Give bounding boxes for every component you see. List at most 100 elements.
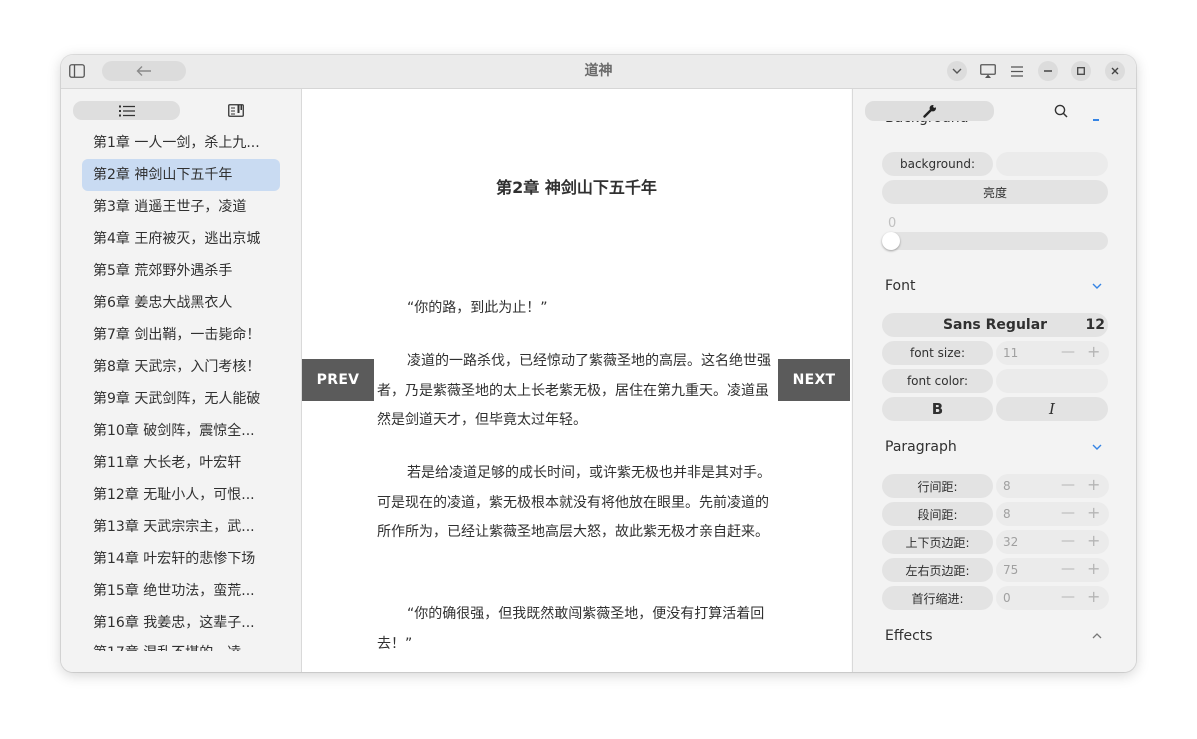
- horizontal-margin-spinner[interactable]: 75 — +: [996, 558, 1109, 582]
- first-line-indent-increment-button[interactable]: +: [1087, 586, 1100, 608]
- tab-chapter-list[interactable]: [73, 101, 180, 120]
- background-color-button[interactable]: [996, 152, 1108, 176]
- chapter-item[interactable]: 第3章 逍遥王世子，凌道: [82, 191, 280, 223]
- line-spacing-increment-button[interactable]: +: [1087, 474, 1100, 496]
- chapter-item[interactable]: 第1章 一人一剑，杀上九...: [82, 127, 280, 159]
- vertical-margin-value: 32: [1003, 535, 1019, 549]
- paragraph-2: 凌道的一路杀伐，已经惊动了紫薇圣地的高层。这名绝世强者，乃是紫薇圣地的太上长老紫…: [377, 353, 771, 428]
- paragraph-spacing-spinner[interactable]: 8 — +: [996, 502, 1109, 526]
- horizontal-margin-increment-button[interactable]: +: [1087, 558, 1100, 580]
- background-label: background:: [882, 152, 993, 176]
- back-button[interactable]: [102, 61, 186, 81]
- tab-search[interactable]: [1033, 101, 1089, 121]
- horizontal-margin-value: 75: [1003, 563, 1019, 577]
- brightness-value: 0: [888, 216, 897, 231]
- chapter-item[interactable]: 第2章 神剑山下五千年: [82, 159, 280, 191]
- font-section-heading: Font: [885, 278, 916, 294]
- arrow-left-icon: [136, 66, 151, 76]
- font-chooser-button[interactable]: Sans Regular 12: [882, 313, 1108, 337]
- font-size-label: font size:: [882, 341, 993, 365]
- brightness-slider[interactable]: [882, 232, 1108, 250]
- next-page-button[interactable]: NEXT: [778, 359, 850, 401]
- header-bar: 道神: [61, 55, 1136, 89]
- vertical-margin-increment-button[interactable]: +: [1087, 530, 1100, 552]
- font-chevron-down-icon[interactable]: [1091, 280, 1103, 292]
- sidebar-icon: [69, 64, 85, 78]
- paragraph-spacing-label: 段间距:: [882, 502, 993, 526]
- book-icon: [228, 103, 244, 117]
- chapter-item[interactable]: 第4章 王府被灭，逃出京城: [82, 223, 280, 255]
- minimize-button[interactable]: [1038, 61, 1058, 81]
- horizontal-margin-label: 左右页边距:: [882, 558, 993, 582]
- chapter-item[interactable]: 第14章 叶宏轩的悲惨下场: [82, 543, 280, 575]
- prev-page-button[interactable]: PREV: [302, 359, 374, 401]
- chapter-item[interactable]: 第6章 姜忠大战黑衣人: [82, 287, 280, 319]
- reader-view: 第2章 神剑山下五千年 “你的路，到此为止！” 凌道的一路杀伐，已经惊动了紫薇圣…: [302, 89, 851, 672]
- first-line-indent-label: 首行缩进:: [882, 586, 993, 610]
- line-spacing-decrement-button[interactable]: —: [1061, 474, 1075, 496]
- chapter-item[interactable]: 第11章 大长老，叶宏轩: [82, 447, 280, 479]
- font-size-display: 12: [1085, 317, 1105, 333]
- vertical-margin-decrement-button[interactable]: —: [1061, 530, 1075, 552]
- italic-button[interactable]: I: [996, 397, 1108, 421]
- brightness-label: 亮度: [882, 180, 1108, 204]
- chapter-item[interactable]: 第17章 混乱不堪的，凌...: [82, 639, 280, 651]
- chapter-item[interactable]: 第13章 天武宗宗主，武...: [82, 511, 280, 543]
- vertical-margin-spinner[interactable]: 32 — +: [996, 530, 1109, 554]
- background-section-chevron-icon[interactable]: [1093, 119, 1099, 121]
- wrench-icon: [922, 105, 936, 118]
- display-icon: [980, 63, 996, 78]
- chapter-item[interactable]: 第9章 天武剑阵，无人能破: [82, 383, 280, 415]
- chapter-item[interactable]: 第12章 无耻小人，可恨...: [82, 479, 280, 511]
- line-spacing-spinner[interactable]: 8 — +: [996, 474, 1109, 498]
- close-icon: [1111, 67, 1119, 75]
- first-line-indent-value: 0: [1003, 591, 1011, 605]
- brightness-slider-handle[interactable]: [882, 232, 900, 250]
- maximize-button[interactable]: [1071, 61, 1091, 81]
- bold-button[interactable]: B: [882, 397, 993, 421]
- font-size-spinner[interactable]: 11 — +: [996, 341, 1109, 365]
- settings-panel: Background background: 亮度 0 Font Sans Re…: [852, 89, 1136, 672]
- paragraph-spacing-value: 8: [1003, 507, 1011, 521]
- chapter-item[interactable]: 第8章 天武宗，入门考核！: [82, 351, 280, 383]
- paragraph-section-heading: Paragraph: [885, 439, 957, 455]
- paragraph-chevron-down-icon[interactable]: [1091, 441, 1103, 453]
- font-size-value: 11: [1003, 346, 1019, 360]
- search-icon: [1054, 104, 1068, 118]
- maximize-icon: [1077, 67, 1085, 75]
- font-size-decrement-button[interactable]: —: [1061, 341, 1075, 363]
- vertical-margin-label: 上下页边距:: [882, 530, 993, 554]
- line-spacing-label: 行间距:: [882, 474, 993, 498]
- fullscreen-button[interactable]: [978, 61, 998, 81]
- chapter-item[interactable]: 第16章 我姜忠，这辈子...: [82, 607, 280, 639]
- font-name: Sans Regular: [942, 317, 1048, 333]
- line-spacing-value: 8: [1003, 479, 1011, 493]
- horizontal-margin-decrement-button[interactable]: —: [1061, 558, 1075, 580]
- minimize-icon: [1044, 70, 1052, 72]
- first-line-indent-spinner[interactable]: 0 — +: [996, 586, 1109, 610]
- list-icon: [118, 105, 135, 116]
- chapter-item[interactable]: 第5章 荒郊野外遇杀手: [82, 255, 280, 287]
- close-button[interactable]: [1105, 61, 1125, 81]
- chapter-sidebar: 第1章 一人一剑，杀上九... 第2章 神剑山下五千年 第3章 逍遥王世子，凌道 第4…: [61, 89, 302, 672]
- chapter-title: 第2章 神剑山下五千年: [496, 178, 657, 197]
- paragraph-spacing-decrement-button[interactable]: —: [1061, 502, 1075, 524]
- chapter-item[interactable]: 第7章 剑出鞘，一击毙命！: [82, 319, 280, 351]
- sidebar-toggle-button[interactable]: [67, 62, 87, 80]
- chapter-item[interactable]: 第15章 绝世功法，蛮荒...: [82, 575, 280, 607]
- menu-dropdown-button[interactable]: [947, 61, 967, 81]
- chapter-list: 第1章 一人一剑，杀上九... 第2章 神剑山下五千年 第3章 逍遥王世子，凌道 第4…: [82, 127, 280, 651]
- paragraph-spacing-increment-button[interactable]: +: [1087, 502, 1100, 524]
- first-line-indent-decrement-button[interactable]: —: [1061, 586, 1075, 608]
- tab-settings[interactable]: [865, 101, 994, 121]
- effects-section-heading: Effects: [885, 628, 933, 644]
- font-color-label: font color:: [882, 369, 993, 393]
- chapter-item[interactable]: 第10章 破剑阵，震惊全...: [82, 415, 280, 447]
- font-color-button[interactable]: [996, 369, 1108, 393]
- paragraph-1: “你的路，到此为止！”: [407, 300, 548, 316]
- effects-chevron-up-icon[interactable]: [1091, 630, 1103, 642]
- main-menu-button[interactable]: [1007, 61, 1027, 81]
- tab-bookmarks[interactable]: [211, 101, 261, 120]
- app-window: 道神 第1章 一人一剑，杀上九... 第2章 神剑山下五千年 第3章 逍遥王世子…: [61, 55, 1136, 672]
- font-size-increment-button[interactable]: +: [1087, 341, 1100, 363]
